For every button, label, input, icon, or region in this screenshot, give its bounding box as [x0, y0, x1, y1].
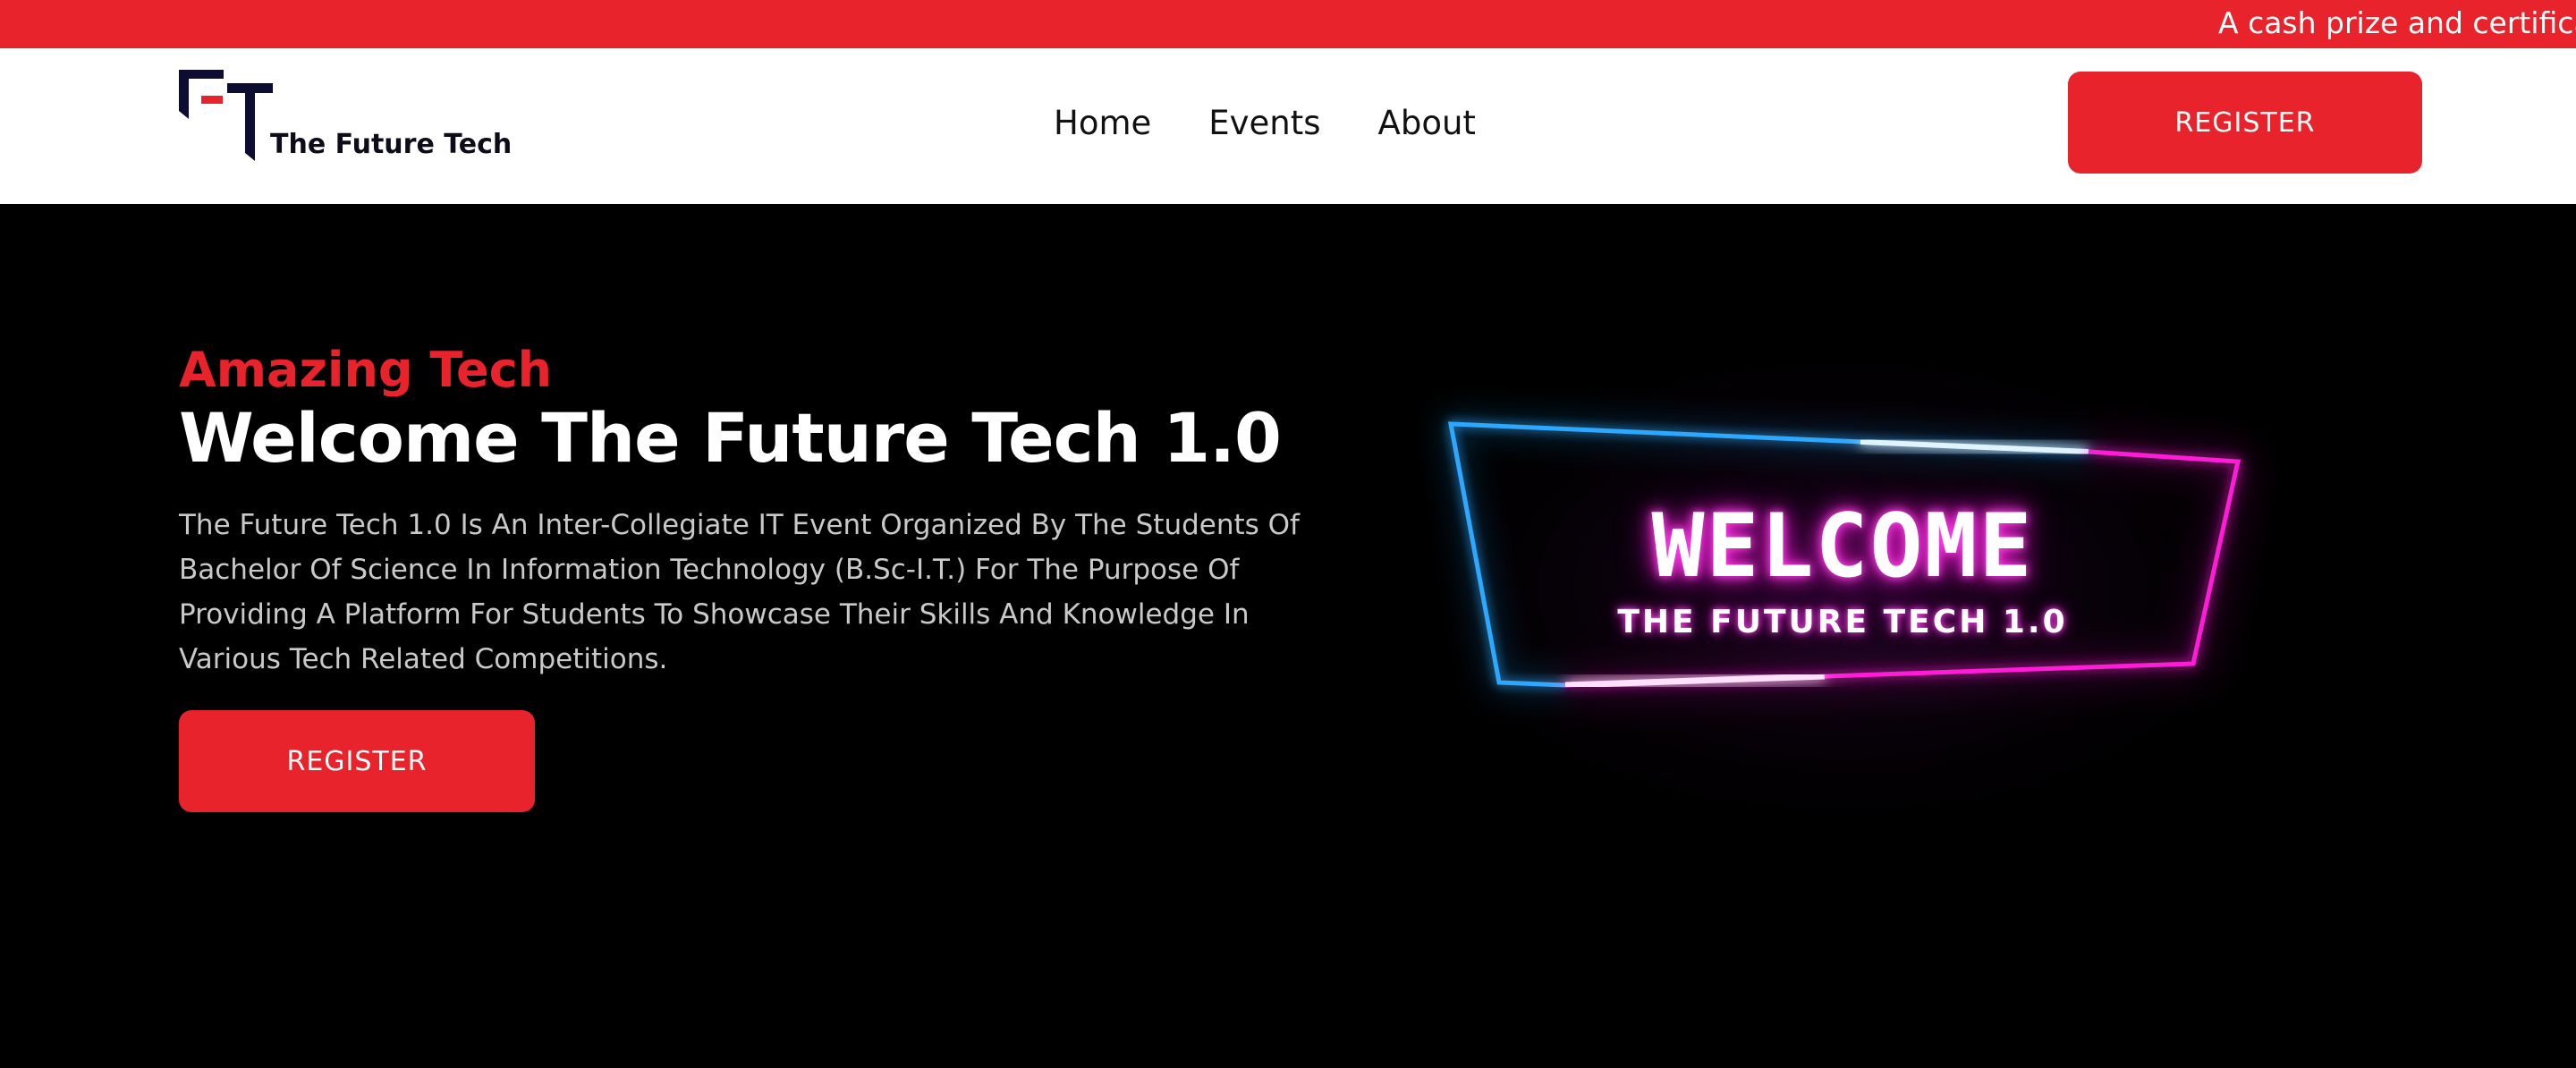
site-logo[interactable]: The Future Tech [179, 70, 519, 177]
main-nav: Home Events About [1054, 97, 1476, 150]
logo-ft-mark [179, 70, 273, 161]
header-register-button[interactable]: REGISTER [2068, 72, 2422, 174]
nav-home[interactable]: Home [1054, 97, 1151, 150]
announcement-bar: A cash prize and certifica [0, 0, 2576, 48]
banner-subtitle: THE FUTURE TECH 1.0 [1617, 604, 2068, 640]
hero-register-button[interactable]: REGISTER [179, 710, 535, 812]
hero-section: Amazing Tech Welcome The Future Tech 1.0… [0, 204, 2576, 1068]
hero-title: Welcome The Future Tech 1.0 [179, 398, 1282, 478]
hero-description: The Future Tech 1.0 Is An Inter-Collegia… [179, 509, 1300, 675]
site-header: The Future Tech Home Events About REGIST… [0, 48, 2576, 204]
nav-about[interactable]: About [1378, 97, 1476, 150]
nav-events[interactable]: Events [1208, 97, 1320, 150]
announcement-text: A cash prize and certifica [2218, 5, 2576, 40]
logo-text: The Future Tech [270, 129, 513, 160]
hero-kicker: Amazing Tech [179, 342, 553, 398]
banner-welcome-text: WELCOME [1651, 496, 2034, 598]
